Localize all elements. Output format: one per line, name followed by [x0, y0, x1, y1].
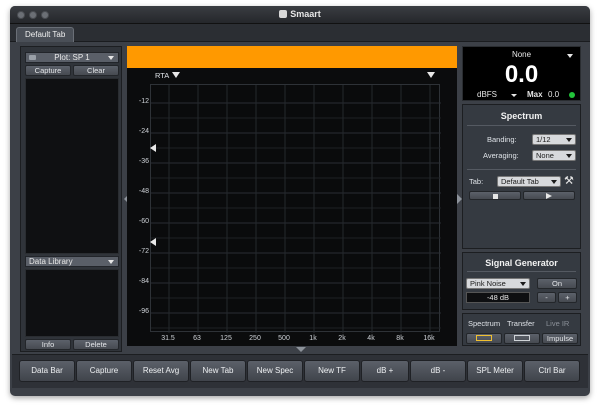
- spectrum-title: Spectrum: [500, 111, 543, 121]
- banding-select[interactable]: 1/12: [532, 134, 576, 145]
- generator-level: -48 dB: [466, 292, 530, 303]
- x-tick-label: 125: [220, 335, 232, 342]
- y-tick-label: -96: [138, 308, 149, 315]
- info-button[interactable]: Info: [25, 339, 71, 350]
- impulse-button[interactable]: Impulse: [542, 333, 578, 344]
- mode-tab-spectrum[interactable]: Spectrum: [468, 319, 500, 328]
- banding-label: Banding:: [487, 135, 517, 144]
- db-plus-button[interactable]: dB +: [361, 360, 409, 382]
- x-tick-label: 16k: [423, 335, 435, 342]
- stop-button[interactable]: [469, 191, 521, 200]
- divider: [467, 125, 576, 126]
- averaging-select[interactable]: None: [532, 150, 576, 161]
- tab-bar: Default Tab: [10, 24, 590, 42]
- plot-panel: Plot: SP 1 Capture Clear Data Library In…: [20, 46, 122, 352]
- y-tick-label: -36: [138, 158, 149, 165]
- meter-unit: dBFS: [477, 90, 498, 99]
- new-spec-button[interactable]: New Spec: [247, 360, 303, 382]
- data-library-list[interactable]: [25, 269, 119, 337]
- y-tick-label: -72: [138, 248, 149, 255]
- chevron-down-icon: [551, 180, 557, 184]
- x-tick-label: 250: [249, 335, 261, 342]
- x-tick-label: 4k: [367, 335, 375, 342]
- spectrum-view-button[interactable]: [466, 333, 502, 344]
- meter-value: 0.0: [504, 61, 539, 88]
- y-tick-label: -60: [138, 218, 149, 225]
- level-down-button[interactable]: -: [537, 292, 556, 303]
- averaging-label: Averaging:: [483, 151, 519, 160]
- y-tick-label: -48: [138, 188, 149, 195]
- settings-tools-icon[interactable]: ⚒: [564, 174, 574, 187]
- capture-button[interactable]: Capture: [76, 360, 132, 382]
- meter-max-label: Max: [527, 90, 543, 99]
- chevron-down-icon: [566, 138, 572, 142]
- spectrum-panel: Spectrum Banding: 1/12 Averaging: None T…: [462, 104, 581, 249]
- data-bar-button[interactable]: Data Bar: [19, 360, 75, 382]
- divider: [467, 271, 576, 272]
- signal-status-indicator: [569, 92, 575, 98]
- accent-bar: [127, 46, 457, 68]
- y-tick-label: -12: [138, 98, 149, 105]
- new-tab-button[interactable]: New Tab: [190, 360, 246, 382]
- x-tick-label: 8k: [396, 335, 404, 342]
- spectrum-view-icon: [476, 335, 492, 341]
- new-tf-button[interactable]: New TF: [304, 360, 360, 382]
- generator-on-button[interactable]: On: [537, 278, 577, 289]
- signal-generator-title: Signal Generator: [485, 258, 558, 268]
- chevron-down-icon: [520, 282, 526, 286]
- signal-generator-panel: Signal Generator Pink Noise -48 dB On - …: [462, 252, 581, 310]
- level-lower-handle[interactable]: [150, 238, 156, 246]
- delete-button[interactable]: Delete: [73, 339, 119, 350]
- tab-label: Tab:: [469, 177, 484, 186]
- mode-tab-transfer[interactable]: Transfer: [507, 319, 535, 328]
- window-title: Smaart: [10, 9, 590, 19]
- chevron-down-icon: [108, 260, 114, 264]
- level-meter[interactable]: None 0.0 dBFS Max 0.0: [462, 46, 581, 101]
- stop-icon: [492, 194, 498, 199]
- app-logo-icon: [279, 10, 288, 18]
- rta-label: RTA: [155, 71, 170, 80]
- title-bar: Smaart: [10, 6, 590, 24]
- chevron-down-icon: [566, 154, 572, 158]
- chevron-down-icon: [567, 54, 573, 58]
- meter-max-value: 0.0: [548, 90, 560, 99]
- capture-trace-button[interactable]: Capture: [25, 65, 71, 76]
- clear-trace-button[interactable]: Clear: [73, 65, 119, 76]
- level-up-button[interactable]: +: [558, 292, 577, 303]
- chevron-down-icon: [108, 56, 114, 60]
- chevron-down-icon: [511, 94, 517, 97]
- level-upper-handle[interactable]: [150, 144, 156, 152]
- noise-type-select[interactable]: Pink Noise: [466, 278, 530, 289]
- reset-avg-button[interactable]: Reset Avg: [133, 360, 189, 382]
- ctrl-bar-button[interactable]: Ctrl Bar: [524, 360, 580, 382]
- grid-lines: [151, 85, 441, 333]
- tab-default[interactable]: Default Tab: [16, 27, 75, 42]
- trace-list[interactable]: [25, 78, 119, 254]
- x-tick-label: 500: [278, 335, 290, 342]
- spl-meter-button[interactable]: SPL Meter: [467, 360, 523, 382]
- transfer-view-icon: [514, 335, 530, 341]
- y-tick-label: -84: [138, 278, 149, 285]
- play-button[interactable]: [523, 191, 575, 200]
- data-library-header[interactable]: Data Library: [25, 256, 119, 267]
- rta-range-left-marker[interactable]: [172, 72, 180, 78]
- rta-range-right-marker[interactable]: [427, 72, 435, 78]
- x-tick-label: 1k: [309, 335, 317, 342]
- x-tick-label: 63: [193, 335, 201, 342]
- tab-select[interactable]: Default Tab: [497, 176, 561, 187]
- meter-source[interactable]: None: [463, 50, 580, 59]
- x-tick-label: 2k: [338, 335, 346, 342]
- divider: [467, 169, 576, 170]
- play-icon: [546, 193, 552, 199]
- collapse-bottom-icon[interactable]: [296, 347, 306, 352]
- plot-grid[interactable]: [150, 84, 441, 333]
- mode-tabs-panel: Spectrum Transfer Live IR Impulse: [462, 313, 581, 346]
- mode-tab-live-ir[interactable]: Live IR: [546, 319, 569, 328]
- plot-selector[interactable]: Plot: SP 1: [25, 52, 119, 63]
- db-minus-button[interactable]: dB -: [410, 360, 466, 382]
- y-tick-label: -24: [138, 128, 149, 135]
- x-tick-label: 31.5: [161, 335, 175, 342]
- transfer-view-button[interactable]: [504, 333, 540, 344]
